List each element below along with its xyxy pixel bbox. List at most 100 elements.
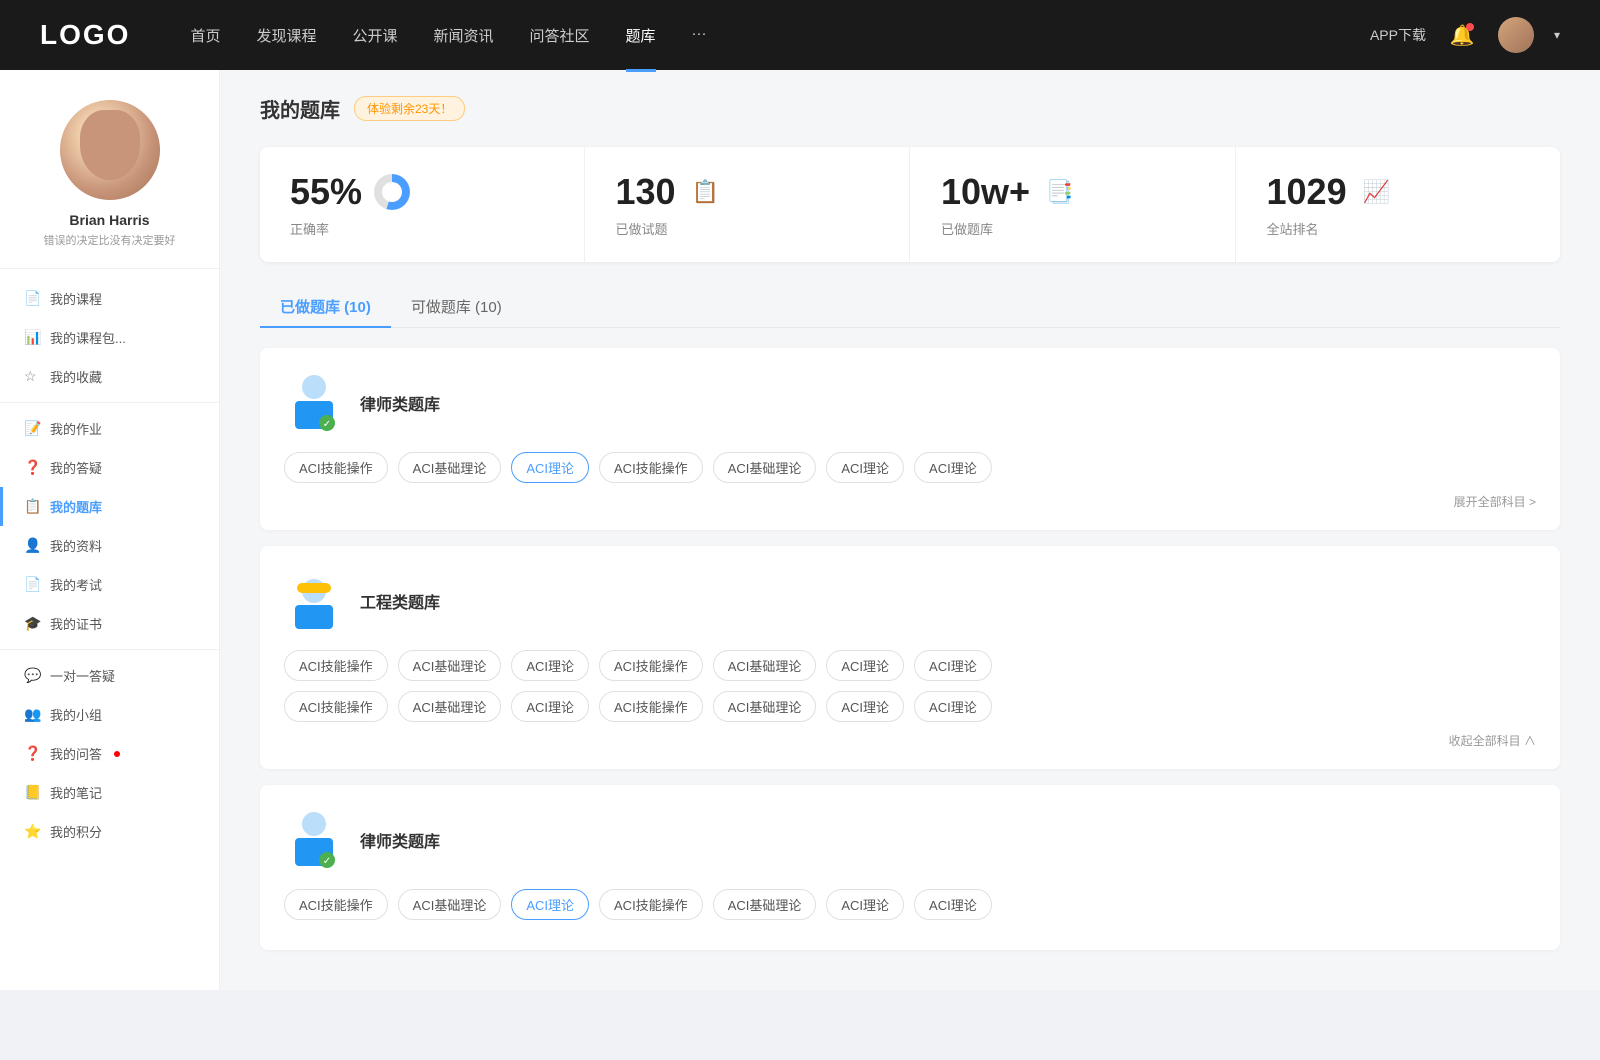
tab-done[interactable]: 已做题库 (10) [260, 286, 391, 327]
sidebar-item-profile[interactable]: 👤 我的资料 [0, 526, 219, 565]
tag-2-3[interactable]: ACI理论 [511, 650, 589, 681]
course-icon: 📄 [24, 290, 40, 307]
favorites-label: 我的收藏 [50, 367, 102, 386]
tag-2-6[interactable]: ACI理论 [826, 650, 904, 681]
sidebar-profile: Brian Harris 错误的决定比没有决定要好 [0, 100, 219, 269]
course-pkg-label: 我的课程包... [50, 328, 126, 347]
course-label: 我的课程 [50, 289, 102, 308]
tag-1-7[interactable]: ACI理论 [914, 452, 992, 483]
engineer-svg-icon [287, 569, 341, 633]
trial-badge: 体验剩余23天！ [354, 96, 465, 121]
profile-label: 我的资料 [50, 536, 102, 555]
sidebar-item-course-pkg[interactable]: 📊 我的课程包... [0, 318, 219, 357]
bank-card-lawyer-2: ✓ 律师类题库 ACI技能操作 ACI基础理论 ACI理论 ACI技能操作 AC… [260, 785, 1560, 950]
group-icon: 👥 [24, 706, 40, 723]
tag-2-5[interactable]: ACI基础理论 [713, 650, 817, 681]
nav-links: 首页 发现课程 公开课 新闻资讯 问答社区 题库 ··· [190, 25, 1370, 46]
tag-2-10[interactable]: ACI理论 [511, 691, 589, 722]
tag-1-3[interactable]: ACI理论 [511, 452, 589, 483]
sidebar: Brian Harris 错误的决定比没有决定要好 📄 我的课程 📊 我的课程包… [0, 70, 220, 990]
tag-1-5[interactable]: ACI基础理论 [713, 452, 817, 483]
1on1-label: 一对一答疑 [50, 666, 115, 685]
notification-dot [1466, 23, 1474, 31]
bank-title-1: 律师类题库 [360, 391, 440, 415]
bank-icon-lawyer-2: ✓ [284, 805, 344, 875]
course-pkg-icon: 📊 [24, 329, 40, 346]
tag-3-3[interactable]: ACI理论 [511, 889, 589, 920]
sidebar-item-points[interactable]: ⭐ 我的积分 [0, 812, 219, 851]
page-layout: Brian Harris 错误的决定比没有决定要好 📄 我的课程 📊 我的课程包… [0, 70, 1600, 990]
exam-icon: 📄 [24, 576, 40, 593]
bank-icon-lawyer: ✓ [284, 368, 344, 438]
bank-label: 我的题库 [50, 497, 102, 516]
tag-1-6[interactable]: ACI理论 [826, 452, 904, 483]
nav-avatar[interactable] [1498, 17, 1534, 53]
question-icon: 📋 [688, 174, 724, 210]
svg-text:✓: ✓ [323, 856, 331, 867]
nav-more[interactable]: ··· [692, 25, 707, 46]
nav-dropdown-arrow[interactable]: ▾ [1554, 28, 1560, 42]
tag-2-1[interactable]: ACI技能操作 [284, 650, 388, 681]
points-icon: ⭐ [24, 823, 40, 840]
tag-2-8[interactable]: ACI技能操作 [284, 691, 388, 722]
bank-icon-engineer [284, 566, 344, 636]
qa-label: 我的问答 [50, 744, 102, 763]
tag-3-1[interactable]: ACI技能操作 [284, 889, 388, 920]
sidebar-item-favorites[interactable]: ☆ 我的收藏 [0, 357, 219, 396]
expand-btn-1[interactable]: 展开全部科目 > [284, 493, 1536, 510]
tag-2-2[interactable]: ACI基础理论 [398, 650, 502, 681]
sidebar-item-ask[interactable]: ❓ 我的答疑 [0, 448, 219, 487]
nav-discover[interactable]: 发现课程 [256, 25, 316, 46]
tag-3-7[interactable]: ACI理论 [914, 889, 992, 920]
tag-2-11[interactable]: ACI技能操作 [599, 691, 703, 722]
tag-1-4[interactable]: ACI技能操作 [599, 452, 703, 483]
tag-2-14[interactable]: ACI理论 [914, 691, 992, 722]
nav-home[interactable]: 首页 [190, 25, 220, 46]
bank-card-lawyer-1: ✓ 律师类题库 ACI技能操作 ACI基础理论 ACI理论 ACI技能操作 AC… [260, 348, 1560, 530]
sidebar-avatar [60, 100, 160, 200]
tag-2-12[interactable]: ACI基础理论 [713, 691, 817, 722]
tag-3-5[interactable]: ACI基础理论 [713, 889, 817, 920]
bank-title-2: 工程类题库 [360, 589, 440, 613]
exam-label: 我的考试 [50, 575, 102, 594]
rank-icon: 📈 [1359, 174, 1395, 210]
notes-label: 我的笔记 [50, 783, 102, 802]
bank-card-engineer: 工程类题库 ACI技能操作 ACI基础理论 ACI理论 ACI技能操作 ACI基… [260, 546, 1560, 769]
svg-text:✓: ✓ [323, 419, 331, 430]
tab-todo[interactable]: 可做题库 (10) [391, 286, 522, 327]
tag-3-2[interactable]: ACI基础理论 [398, 889, 502, 920]
stat-done-bank-label: 已做题库 [941, 219, 993, 238]
1on1-icon: 💬 [24, 667, 40, 684]
tag-1-1[interactable]: ACI技能操作 [284, 452, 388, 483]
tags-row-2a: ACI技能操作 ACI基础理论 ACI理论 ACI技能操作 ACI基础理论 AC… [284, 650, 1536, 681]
tag-3-6[interactable]: ACI理论 [826, 889, 904, 920]
stat-accuracy: 55% 正确率 [260, 147, 585, 262]
sidebar-item-group[interactable]: 👥 我的小组 [0, 695, 219, 734]
tag-2-7[interactable]: ACI理论 [914, 650, 992, 681]
nav-qa[interactable]: 问答社区 [530, 25, 590, 46]
sidebar-item-1on1[interactable]: 💬 一对一答疑 [0, 656, 219, 695]
nav-bank[interactable]: 题库 [626, 25, 656, 46]
sidebar-item-exam[interactable]: 📄 我的考试 [0, 565, 219, 604]
stat-done-bank-value: 10w+ [941, 171, 1030, 213]
tag-2-9[interactable]: ACI基础理论 [398, 691, 502, 722]
sidebar-item-qa[interactable]: ❓ 我的问答 [0, 734, 219, 773]
ask-label: 我的答疑 [50, 458, 102, 477]
collapse-btn-2[interactable]: 收起全部科目 ∧ [284, 732, 1536, 749]
nav-public[interactable]: 公开课 [352, 25, 397, 46]
tag-2-4[interactable]: ACI技能操作 [599, 650, 703, 681]
sidebar-item-cert[interactable]: 🎓 我的证书 [0, 604, 219, 643]
sidebar-item-bank[interactable]: 📋 我的题库 [0, 487, 219, 526]
tag-3-4[interactable]: ACI技能操作 [599, 889, 703, 920]
qa-icon: ❓ [24, 745, 40, 762]
notification-bell[interactable]: 🔔 [1446, 19, 1478, 51]
page-title: 我的题库 [260, 94, 340, 123]
tags-row-2b: ACI技能操作 ACI基础理论 ACI理论 ACI技能操作 ACI基础理论 AC… [284, 691, 1536, 722]
tag-2-13[interactable]: ACI理论 [826, 691, 904, 722]
sidebar-item-course[interactable]: 📄 我的课程 [0, 279, 219, 318]
tag-1-2[interactable]: ACI基础理论 [398, 452, 502, 483]
nav-news[interactable]: 新闻资讯 [434, 25, 494, 46]
sidebar-item-homework[interactable]: 📝 我的作业 [0, 409, 219, 448]
app-download-btn[interactable]: APP下载 [1370, 25, 1426, 45]
sidebar-item-notes[interactable]: 📒 我的笔记 [0, 773, 219, 812]
